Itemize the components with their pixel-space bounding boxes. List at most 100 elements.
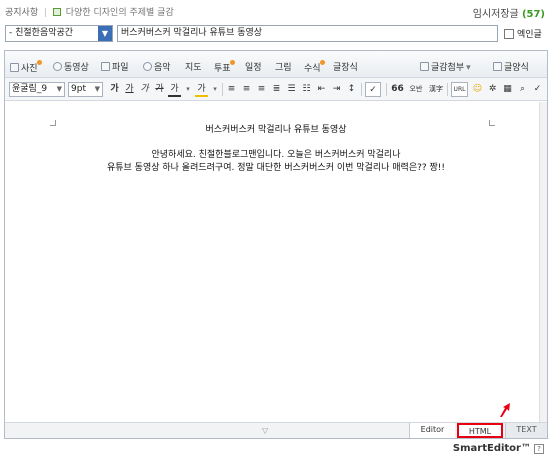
divider bbox=[361, 83, 362, 96]
post-header: - 친절한음악공간 ▼ 버스커버스커 막걸리나 유튜브 동영상 엑인글 bbox=[5, 25, 545, 43]
toolbar-file[interactable]: 파일 bbox=[101, 60, 129, 73]
new-badge-icon bbox=[229, 60, 235, 65]
template-icon bbox=[52, 8, 61, 16]
underline-button[interactable]: 가 bbox=[123, 82, 136, 97]
format-toolbar: 윤굴림_9 ▼ 9pt ▼ 가 가 가 가 가 ▾ 가 ▾ ≡ ≡ ≡ ≣ ☰ ☷ … bbox=[5, 78, 547, 101]
layout-icon bbox=[493, 62, 502, 71]
layout-label: 글양식 bbox=[504, 63, 529, 73]
help-icon[interactable]: ? bbox=[534, 444, 544, 454]
font-select[interactable]: 윤굴림_9 ▼ bbox=[9, 82, 65, 97]
chevron-down-icon[interactable]: ▾ bbox=[210, 82, 220, 97]
resize-grip-icon[interactable]: ▽ bbox=[262, 426, 268, 435]
category-value: - 친절한음악공간 bbox=[9, 28, 74, 38]
toolbar-photo-label: 사진 bbox=[21, 64, 38, 74]
content-line-2: 유튜브 동영상 하나 올려드려구여. 정말 대단한 버스커버스커 이번 막걸리나… bbox=[106, 163, 446, 173]
toolbar-music[interactable]: 음악 bbox=[143, 60, 171, 73]
temp-save-count: (57) bbox=[521, 9, 545, 20]
arrow-pointer-icon bbox=[500, 403, 510, 417]
bullet-list-icon[interactable]: ☷ bbox=[300, 82, 313, 97]
brand-logo: SmartEditor™? bbox=[453, 443, 544, 454]
outdent-icon[interactable]: ⇤ bbox=[315, 82, 328, 97]
quote-button[interactable]: 66 bbox=[391, 82, 404, 97]
url-button[interactable]: URL bbox=[451, 82, 468, 97]
toolbar-decoration[interactable]: 글장식 bbox=[333, 60, 358, 73]
align-left-icon[interactable]: ≡ bbox=[225, 82, 238, 97]
editor-body[interactable]: 버스커버스커 막걸리나 유튜브 동영상 안녕하세요. 친절한블로그맨입니다. 오… bbox=[5, 102, 547, 422]
new-badge-icon bbox=[319, 60, 325, 65]
search-icon[interactable]: ⌕ bbox=[516, 82, 529, 97]
toolbar-video-label: 동영상 bbox=[64, 63, 89, 73]
category-select[interactable]: - 친절한음악공간 ▼ bbox=[5, 25, 113, 42]
layout-button[interactable]: 글양식 bbox=[493, 60, 529, 73]
top-bar: 공지사항 | 다양한 디자인의 주제별 글감 임시저장글 (57) bbox=[5, 5, 545, 20]
size-value: 9pt bbox=[71, 84, 86, 94]
template-attach-icon bbox=[420, 62, 429, 71]
video-icon bbox=[53, 62, 62, 71]
title-input[interactable]: 버스커버스커 막걸리나 유튜브 동영상 bbox=[117, 25, 498, 42]
file-icon bbox=[101, 62, 110, 71]
tab-html[interactable]: HTML bbox=[457, 423, 503, 438]
divider bbox=[386, 83, 387, 96]
temp-save-link[interactable]: 임시저장글 (57) bbox=[473, 5, 545, 20]
chevron-down-icon[interactable]: ▾ bbox=[183, 82, 193, 97]
bold-button[interactable]: 가 bbox=[108, 82, 121, 97]
symbol-button[interactable]: 오반 bbox=[407, 82, 425, 97]
template-attach-label: 글감첨부 bbox=[431, 63, 465, 73]
toolbar-formula[interactable]: 수식 bbox=[304, 60, 325, 74]
font-color-button[interactable]: 가 bbox=[168, 82, 181, 97]
brand-label: SmartEditor™ bbox=[452, 443, 531, 454]
chevron-down-icon[interactable]: ▾ bbox=[466, 63, 471, 73]
music-icon bbox=[143, 62, 152, 71]
emoticon-icon[interactable]: ☺ bbox=[471, 82, 484, 97]
check-icon[interactable]: ✓ bbox=[531, 82, 544, 97]
toolbar-formula-label: 수식 bbox=[304, 64, 321, 74]
content-line-1: 안녕하세요. 친절한블로그맨입니다. 오늘은 버스커버스커 막걸리나 bbox=[151, 150, 401, 160]
tab-editor[interactable]: Editor bbox=[409, 423, 455, 438]
new-badge-icon bbox=[36, 60, 42, 65]
spellcheck-icon[interactable]: ✓ bbox=[365, 82, 381, 97]
toolbar-schedule[interactable]: 일정 bbox=[245, 60, 262, 73]
toolbar-file-label: 파일 bbox=[112, 63, 129, 73]
toolbar-vote-label: 투표 bbox=[214, 64, 231, 74]
template-attach-button[interactable]: 글감첨부 ▾ bbox=[420, 60, 471, 73]
divider bbox=[447, 83, 448, 96]
toolbar-drawing[interactable]: 그림 bbox=[275, 60, 292, 73]
secret-toggle[interactable]: 엑인글 bbox=[504, 27, 542, 40]
strike-button[interactable]: 가 bbox=[153, 82, 166, 97]
chevron-down-icon[interactable]: ▼ bbox=[98, 26, 112, 41]
toolbar-music-label: 음악 bbox=[154, 63, 171, 73]
table-icon[interactable]: ▦ bbox=[501, 82, 514, 97]
align-right-icon[interactable]: ≡ bbox=[255, 82, 268, 97]
notice-link[interactable]: 공지사항 bbox=[5, 8, 38, 18]
template-link[interactable]: 다양한 디자인의 주제별 글감 bbox=[66, 8, 174, 18]
size-select[interactable]: 9pt ▼ bbox=[68, 82, 103, 97]
divider: | bbox=[44, 8, 48, 18]
mode-tab-bar: ▽ Editor HTML TEXT bbox=[5, 422, 547, 438]
scrollbar[interactable] bbox=[539, 102, 547, 422]
tab-text[interactable]: TEXT bbox=[505, 423, 547, 438]
chevron-down-icon: ▼ bbox=[94, 85, 100, 93]
insert-toolbar: 사진 동영상 파일 음악 지도 투표 일정 그림 수식 글장식 글감첨부 ▾ 글양… bbox=[5, 51, 547, 78]
numbered-list-icon[interactable]: ☰ bbox=[285, 82, 298, 97]
font-value: 윤굴림_9 bbox=[12, 84, 48, 94]
temp-save-label: 임시저장글 bbox=[472, 9, 519, 20]
indent-icon[interactable]: ⇥ bbox=[330, 82, 343, 97]
photo-icon bbox=[10, 63, 19, 72]
divider bbox=[222, 83, 223, 96]
line-height-icon[interactable]: ↕ bbox=[345, 82, 358, 97]
align-center-icon[interactable]: ≡ bbox=[240, 82, 253, 97]
smart-editor: 사진 동영상 파일 음악 지도 투표 일정 그림 수식 글장식 글감첨부 ▾ 글양… bbox=[4, 50, 548, 439]
italic-button[interactable]: 가 bbox=[138, 82, 151, 97]
chevron-down-icon: ▼ bbox=[56, 85, 62, 93]
bg-color-button[interactable]: 가 bbox=[195, 82, 208, 97]
hanja-button[interactable]: 漢字 bbox=[427, 82, 445, 97]
content-heading: 버스커버스커 막걸리나 유튜브 동영상 bbox=[205, 125, 347, 135]
toolbar-vote[interactable]: 투표 bbox=[214, 60, 235, 74]
align-justify-icon[interactable]: ≣ bbox=[270, 82, 283, 97]
toolbar-photo[interactable]: 사진 bbox=[10, 60, 42, 74]
toolbar-video[interactable]: 동영상 bbox=[53, 60, 89, 73]
secret-label: 엑인글 bbox=[517, 30, 542, 40]
special-char-icon[interactable]: ✲ bbox=[486, 82, 499, 97]
secret-checkbox[interactable] bbox=[504, 29, 514, 39]
toolbar-map[interactable]: 지도 bbox=[185, 60, 202, 73]
